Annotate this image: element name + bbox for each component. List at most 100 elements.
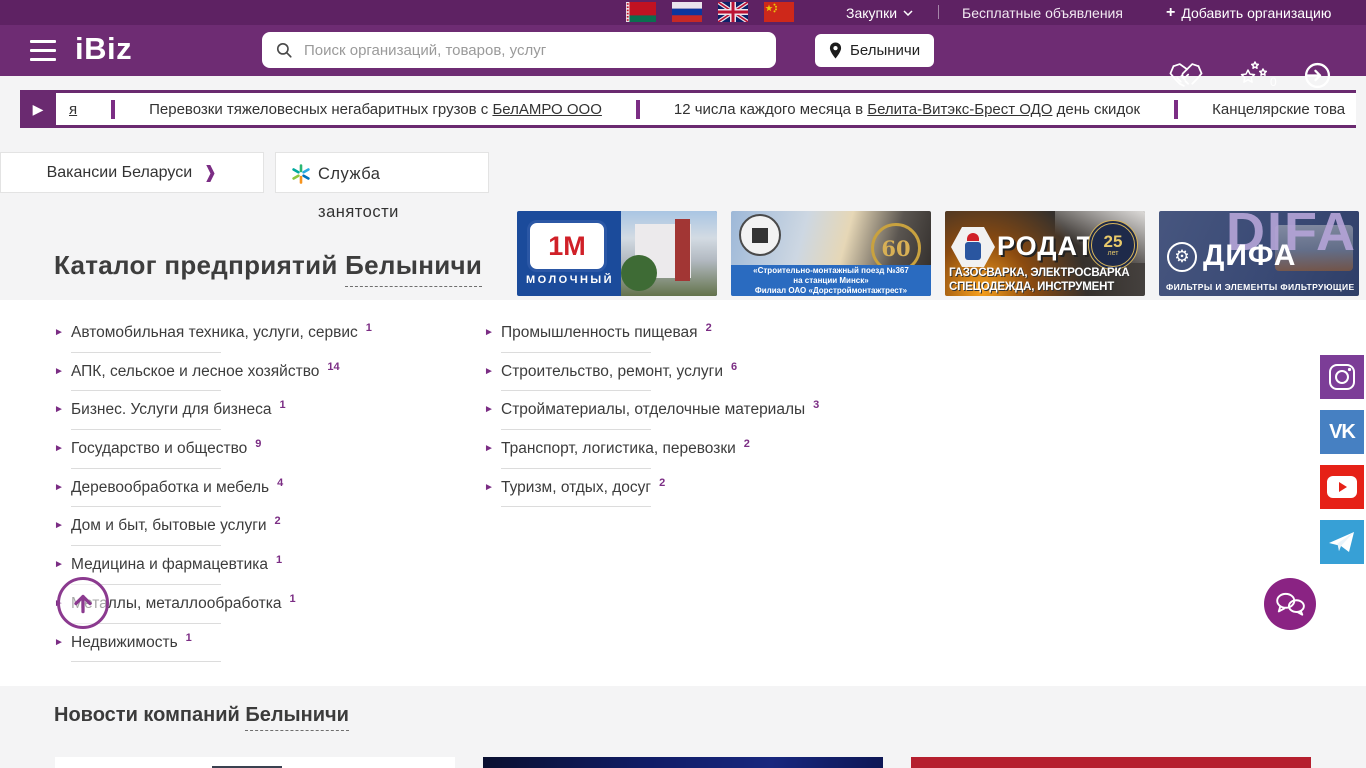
vk-link[interactable]: VK (1320, 410, 1364, 454)
category-count: 2 (743, 438, 750, 451)
banner-smp-367[interactable]: 60 лет «Строительно-монтажный поезд №367… (731, 211, 931, 296)
handshake-icon (1169, 63, 1203, 87)
category-count: 9 (255, 438, 262, 451)
news-section-title: Новости компаний Белыничи (54, 704, 349, 731)
city-link: Белыничи (345, 250, 483, 287)
page: Закупки Бесплатные объявления + Добавить… (0, 0, 1366, 768)
procurement-label: Закупки (846, 4, 898, 21)
location-pin-icon (829, 42, 842, 59)
favorites-button[interactable]: 0 (1238, 61, 1277, 89)
flag-belarus-icon[interactable] (626, 2, 656, 22)
city-link: Белыничи (245, 704, 349, 731)
youtube-icon (1327, 476, 1357, 498)
marker-icon: ► (484, 327, 494, 338)
favorites-count: 0 (1270, 75, 1277, 89)
category-item[interactable]: ► Деревообработка и мебель 4 (54, 473, 444, 512)
ticker-item: Перевозки тяжеловесных негабаритных груз… (149, 100, 602, 118)
plus-icon: + (1166, 3, 1176, 21)
category-item[interactable]: ► Недвижимость 1 (54, 628, 444, 667)
telegram-link[interactable] (1320, 520, 1364, 564)
category-column-right: ► Промышленность пищевая 2 ► Строительство,… (484, 318, 874, 511)
category-item[interactable]: ► АПК, сельское и лесное хозяйство 14 (54, 357, 444, 396)
category-count: 1 (185, 631, 192, 644)
add-organization-link[interactable]: + Добавить организацию (1166, 0, 1331, 25)
marker-icon: ► (54, 481, 64, 493)
category-count: 1 (279, 399, 286, 412)
login-icon (1304, 62, 1331, 89)
arrow-up-icon (74, 594, 92, 614)
marker-icon: ► (54, 520, 64, 532)
category-item[interactable]: ► Государство и общество 9 (54, 434, 444, 473)
search-input[interactable] (302, 40, 763, 60)
ticker-divider (635, 99, 640, 119)
free-ads-link[interactable]: Бесплатные объявления (962, 0, 1123, 25)
flag-russia-icon[interactable] (672, 2, 702, 22)
ticker-track: я Перевозки тяжеловесных негабаритных гр… (56, 93, 1345, 125)
language-switcher (626, 2, 794, 22)
scroll-to-top-button[interactable] (57, 577, 109, 629)
category-item[interactable]: ► Автомобильная техника, услуги, сервис 1 (54, 318, 444, 357)
logo[interactable]: iBiz (75, 31, 132, 67)
marker-icon: ► (54, 559, 64, 571)
marker-icon: ► (54, 327, 64, 338)
news-card[interactable] (483, 757, 883, 768)
ticker-link[interactable]: БелАМРО ООО (492, 101, 601, 118)
employment-service-button[interactable]: Служба занятости (275, 152, 489, 221)
marker-icon: ► (484, 404, 494, 416)
category-item[interactable]: ► Стройматериалы, отделочные материалы 3 (484, 395, 874, 434)
vacancies-button[interactable]: Вакансии Беларуси ❱ (0, 152, 264, 193)
ticker-play-button[interactable]: ▶ (20, 93, 56, 125)
category-count: 14 (327, 360, 340, 373)
youtube-link[interactable] (1320, 465, 1364, 509)
category-item[interactable]: ► Медицина и фармацевтика 1 (54, 550, 444, 589)
play-icon: ▶ (32, 100, 44, 117)
category-item[interactable]: ► Бизнес. Услуги для бизнеса 1 (54, 395, 444, 434)
stamp-emblem (739, 214, 781, 256)
telegram-icon (1329, 532, 1354, 552)
instagram-link[interactable] (1320, 355, 1364, 399)
flag-uk-icon[interactable] (718, 2, 748, 22)
ticker-link[interactable]: я (69, 101, 77, 118)
category-item[interactable]: ► Транспорт, логистика, перевозки 2 (484, 434, 874, 473)
category-count: 1 (289, 592, 296, 605)
banner-1m-molochny[interactable]: 1М МОЛОЧНЫЙ (517, 211, 717, 296)
category-item[interactable]: ► Промышленность пищевая 2 (484, 318, 874, 357)
news-card[interactable] (911, 757, 1311, 768)
category-item[interactable]: ► Туризм, отдых, досуг 2 (484, 473, 874, 512)
category-count: 3 (813, 399, 820, 412)
chat-button[interactable] (1264, 578, 1316, 630)
marker-icon: ► (484, 481, 494, 493)
category-count: 4 (277, 476, 284, 489)
login-button[interactable] (1304, 62, 1331, 89)
marker-icon: ► (54, 636, 64, 648)
partners-button[interactable] (1168, 62, 1204, 89)
category-item[interactable]: ►Металлы, металлообработка1 (54, 589, 444, 628)
category-column-left: ► Автомобильная техника, услуги, сервис 1 … (54, 318, 444, 666)
employment-burst-icon (292, 164, 310, 184)
ticker-item: Канцелярские това (1212, 100, 1346, 118)
location-button[interactable]: Белыничи (815, 34, 935, 67)
flag-china-icon[interactable] (764, 2, 794, 22)
category-item[interactable]: ► Строительство, ремонт, услуги 6 (484, 357, 874, 396)
news-ticker: ▶ я Перевозки тяжеловесных негабаритных … (20, 90, 1356, 128)
banner-rodat[interactable]: РОДАТ 25 лет ГАЗОСВАРКА, ЭЛЕКТРОСВАРКА С… (945, 211, 1145, 296)
category-count: 2 (659, 476, 666, 489)
marker-icon: ► (54, 365, 64, 377)
category-item[interactable]: ► Дом и быт, бытовые услуги 2 (54, 511, 444, 550)
topbar-divider (938, 5, 939, 19)
news-card[interactable] (55, 757, 455, 768)
topbar: Закупки Бесплатные объявления + Добавить… (0, 0, 1366, 25)
ticker-link[interactable]: Белита-Витэкс-Брест ОДО (867, 101, 1052, 118)
chevron-down-icon (903, 9, 913, 16)
banner-difa[interactable]: DIFA ⚙ ДИФА ФИЛЬТРЫ И ЭЛЕМЕНТЫ ФИЛЬТРУЮЩ… (1159, 211, 1359, 296)
instagram-icon (1329, 364, 1355, 390)
menu-button[interactable] (30, 40, 56, 61)
category-count: 2 (274, 515, 281, 528)
procurement-menu[interactable]: Закупки (846, 0, 913, 25)
header: iBiz Белыничи 0 (0, 25, 1366, 89)
chat-bubbles-icon (1276, 592, 1305, 616)
search-box (262, 32, 776, 68)
marker-icon: ► (484, 365, 494, 377)
location-label: Белыничи (850, 42, 921, 59)
page-title: Каталог предприятий Белыничи (54, 250, 483, 287)
